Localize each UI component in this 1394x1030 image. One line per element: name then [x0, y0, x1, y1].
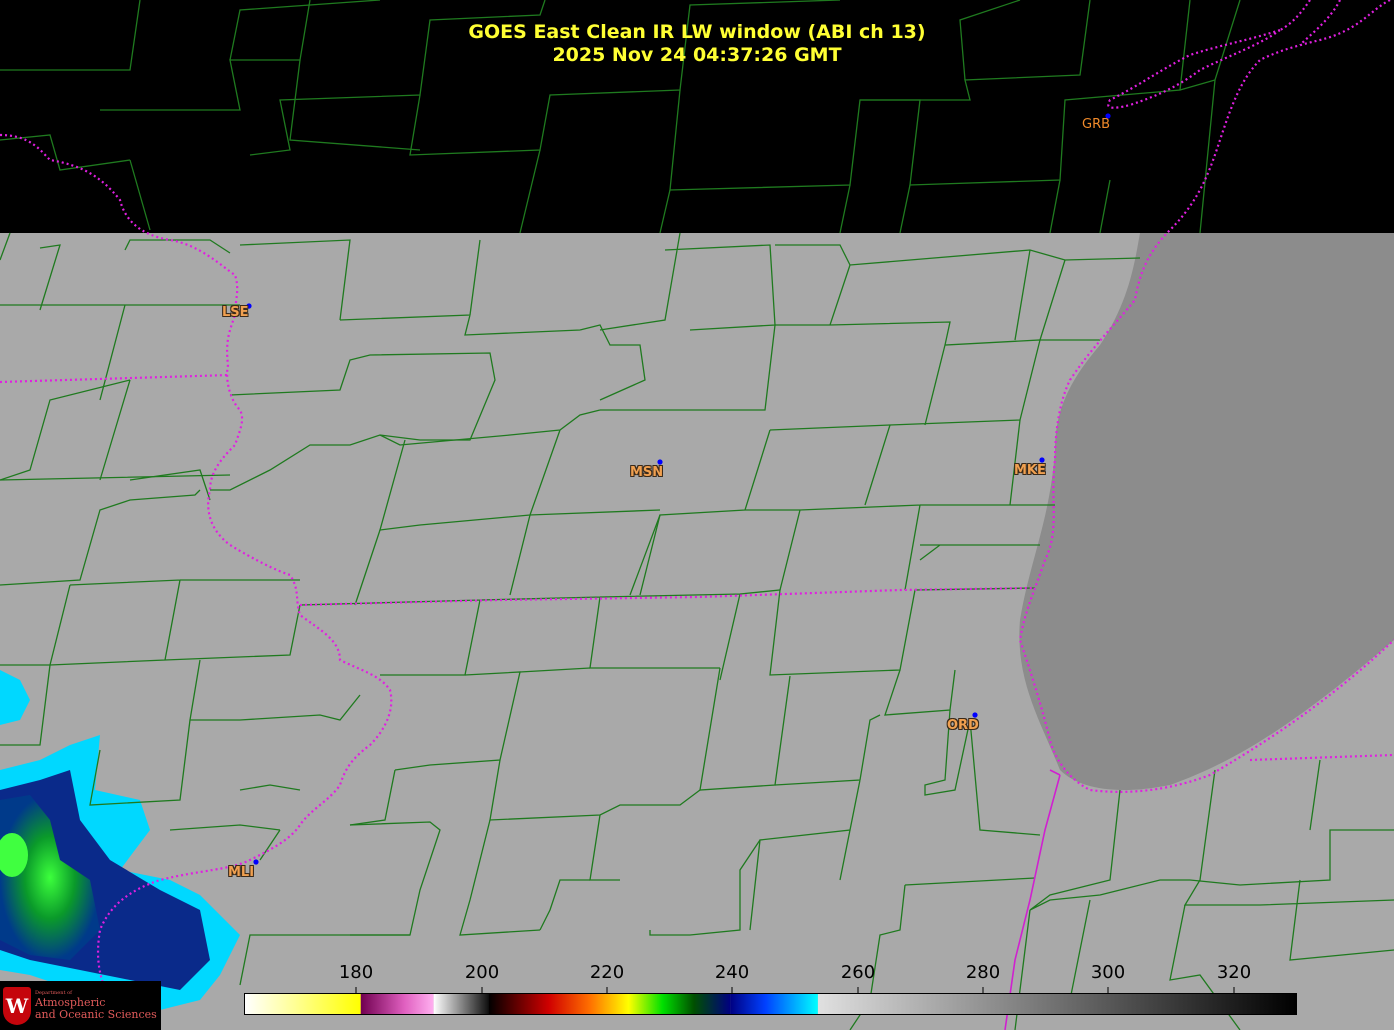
aos-logo: W Department of Atmospheric and Oceanic …: [0, 981, 161, 1030]
station-dot-mke: [1039, 457, 1045, 463]
colorbar-tick-label: 300: [1090, 962, 1126, 983]
uw-crest-icon: W: [3, 986, 31, 1025]
map-timestamp: 2025 Nov 24 04:37:26 GMT: [552, 44, 842, 66]
colorbar-tick-label: 240: [714, 962, 750, 983]
logo-text: Department of Atmospheric and Oceanic Sc…: [35, 990, 157, 1021]
satellite-map-frame: GOES East Clean IR LW window (ABI ch 13)…: [0, 0, 1394, 1030]
colorbar-tick-label: 320: [1216, 962, 1252, 983]
station-dot-mli: [253, 859, 259, 865]
station-label-ord: ORD: [947, 718, 979, 733]
colorbar-tick-label: 200: [464, 962, 500, 983]
station-label-grb: GRB: [1082, 117, 1111, 132]
colorbar-tick-label: 280: [965, 962, 1001, 983]
station-label-mli: MLI: [228, 865, 255, 880]
station-label-mke: MKE: [1014, 463, 1046, 478]
satellite-image-map: [0, 0, 1394, 1030]
colorbar-tick-label: 260: [840, 962, 876, 983]
station-dot-ord: [972, 712, 978, 718]
logo-line2: and Oceanic Sciences: [35, 1008, 157, 1021]
map-title: GOES East Clean IR LW window (ABI ch 13): [468, 21, 926, 43]
colorbar-tick-label: 220: [589, 962, 625, 983]
temperature-colorbar: [244, 993, 1297, 1015]
station-label-lse: LSE: [222, 305, 249, 320]
station-dot-msn: [657, 459, 663, 465]
station-label-msn: MSN: [630, 465, 664, 480]
colorbar-tick-label: 180: [338, 962, 374, 983]
